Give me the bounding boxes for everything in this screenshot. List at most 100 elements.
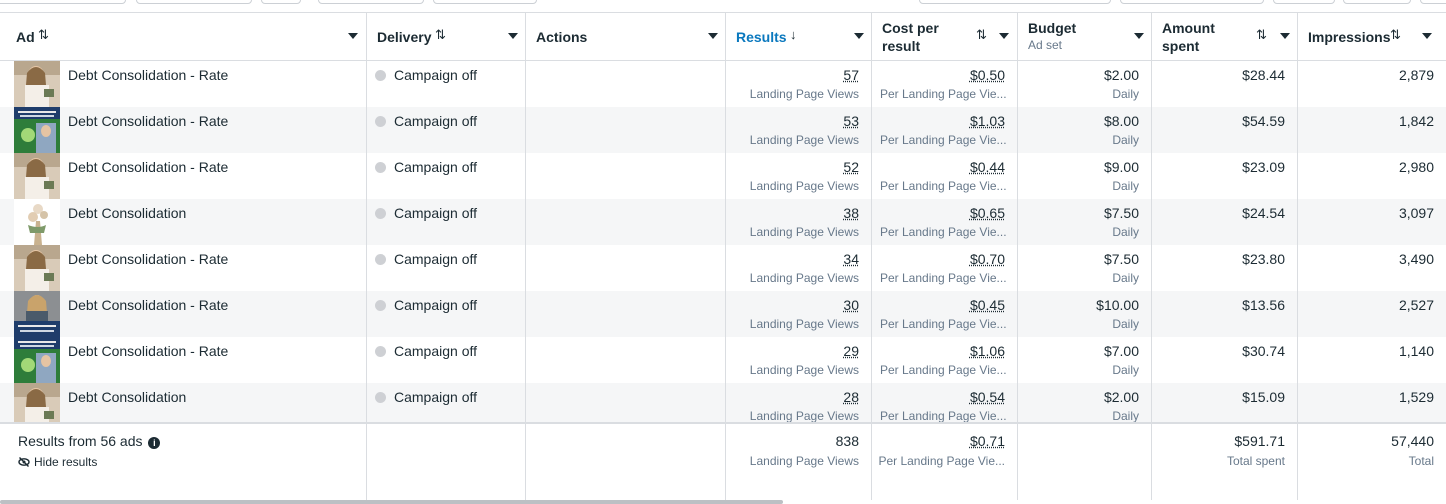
ad-thumbnail[interactable]: [14, 153, 60, 199]
budget-label: Daily: [1112, 317, 1139, 331]
toolbar-control[interactable]: [1420, 0, 1446, 4]
table-row[interactable]: Debt Consolidation Campaign off 28 Landing …: [0, 383, 1446, 422]
cost-per-result-value[interactable]: $0.45: [970, 297, 1005, 313]
ad-thumbnail[interactable]: [14, 245, 60, 291]
column-label: Actions: [536, 28, 587, 46]
chevron-down-icon[interactable]: [1280, 33, 1290, 39]
table-row[interactable]: Debt Consolidation - Rate Campaign off 29 L…: [0, 337, 1446, 383]
sort-icon[interactable]: ⇅: [1390, 27, 1401, 43]
horizontal-scrollbar[interactable]: [0, 500, 783, 504]
delivery-status: Campaign off: [394, 67, 477, 83]
chevron-down-icon[interactable]: [1134, 33, 1144, 39]
column-header-delivery[interactable]: Delivery ⇅: [367, 13, 526, 61]
chevron-down-icon[interactable]: [999, 33, 1009, 39]
results-value[interactable]: 30: [843, 297, 859, 313]
cell-cost: $0.50 Per Landing Page Vie...: [872, 61, 1018, 107]
sort-icon[interactable]: ⇅: [976, 27, 987, 43]
cell-impressions: 2,980: [1298, 153, 1446, 199]
summary-results-cell: 838 Landing Page Views: [726, 424, 872, 500]
cell-spent: $23.80: [1152, 245, 1298, 291]
cost-per-result-value[interactable]: $0.54: [970, 389, 1005, 405]
cost-per-result-value[interactable]: $1.06: [970, 343, 1005, 359]
ad-name[interactable]: Debt Consolidation: [68, 389, 186, 405]
toolbar-control[interactable]: [1120, 0, 1264, 4]
results-label: Landing Page Views: [750, 409, 859, 422]
ad-name[interactable]: Debt Consolidation - Rate: [68, 251, 228, 267]
ad-thumbnail[interactable]: [14, 61, 60, 107]
summary-impressions-value: 57,440: [1391, 433, 1434, 449]
ad-name[interactable]: Debt Consolidation - Rate: [68, 159, 228, 175]
results-label: Landing Page Views: [750, 179, 859, 193]
ad-thumbnail[interactable]: [14, 337, 60, 383]
results-value[interactable]: 38: [843, 205, 859, 221]
table-row[interactable]: Debt Consolidation Campaign off 38 Landing …: [0, 199, 1446, 245]
hide-results-link[interactable]: Hide results: [18, 455, 97, 469]
chevron-down-icon[interactable]: [348, 33, 358, 39]
cell-cost: $1.03 Per Landing Page Vie...: [872, 107, 1018, 153]
column-header-ad[interactable]: Ad ⇅: [0, 13, 367, 61]
table-row[interactable]: Debt Consolidation - Rate Campaign off 53 L…: [0, 107, 1446, 153]
column-header-impressions[interactable]: Impressions ⇅: [1298, 13, 1446, 61]
column-header-amount-spent[interactable]: Amount spent ⇅: [1152, 13, 1298, 61]
toolbar-control[interactable]: [1273, 0, 1335, 4]
cell-results: 57 Landing Page Views: [726, 61, 872, 107]
cost-per-result-value[interactable]: $0.70: [970, 251, 1005, 267]
sort-down-icon[interactable]: ↓: [790, 27, 797, 42]
ad-thumbnail[interactable]: [14, 107, 60, 153]
results-label: Landing Page Views: [750, 363, 859, 377]
ad-name[interactable]: Debt Consolidation - Rate: [68, 67, 228, 83]
cost-per-result-value[interactable]: $0.44: [970, 159, 1005, 175]
summary-cost-value[interactable]: $0.71: [970, 433, 1005, 449]
cell-budget: $7.50 Daily: [1018, 245, 1152, 291]
toolbar-control[interactable]: [0, 0, 126, 4]
toolbar-control[interactable]: [919, 0, 1111, 4]
cell-delivery: Campaign off: [367, 245, 526, 291]
column-header-actions[interactable]: Actions: [526, 13, 726, 61]
toolbar-control[interactable]: [261, 0, 301, 4]
results-value[interactable]: 29: [843, 343, 859, 359]
column-header-cost-per-result[interactable]: Cost per result ⇅: [872, 13, 1018, 61]
column-header-results[interactable]: Results ↓: [726, 13, 872, 61]
results-value[interactable]: 28: [843, 389, 859, 405]
column-label: Amount spent: [1162, 19, 1215, 55]
cost-per-result-value[interactable]: $0.65: [970, 205, 1005, 221]
column-label: Ad: [16, 28, 35, 46]
results-value[interactable]: 34: [843, 251, 859, 267]
chevron-down-icon[interactable]: [854, 33, 864, 39]
column-header-budget[interactable]: Budget Ad set: [1018, 13, 1152, 61]
ad-name[interactable]: Debt Consolidation - Rate: [68, 297, 228, 313]
chevron-down-icon[interactable]: [1422, 33, 1432, 39]
table-row[interactable]: Debt Consolidation - Rate Campaign off 30 L…: [0, 291, 1446, 337]
cost-per-result-value[interactable]: $0.50: [970, 67, 1005, 83]
sort-icon[interactable]: ⇅: [1256, 27, 1267, 43]
summary-title: Results from 56 ads i: [18, 433, 160, 449]
toolbar-control[interactable]: [136, 0, 252, 4]
table-row[interactable]: Debt Consolidation - Rate Campaign off 57 L…: [0, 61, 1446, 107]
ad-thumbnail[interactable]: [14, 383, 60, 422]
toolbar-control[interactable]: [1343, 0, 1411, 4]
ad-name[interactable]: Debt Consolidation - Rate: [68, 343, 228, 359]
toolbar-control[interactable]: [433, 0, 537, 4]
results-value[interactable]: 57: [843, 67, 859, 83]
chevron-down-icon[interactable]: [708, 33, 718, 39]
sort-icon[interactable]: ⇅: [435, 27, 446, 43]
toolbar-control[interactable]: [318, 0, 424, 4]
budget-value: $10.00: [1096, 297, 1139, 313]
cost-per-result-value[interactable]: $1.03: [970, 113, 1005, 129]
ad-thumbnail[interactable]: [14, 199, 60, 245]
ad-name[interactable]: Debt Consolidation: [68, 205, 186, 221]
table-row[interactable]: Debt Consolidation - Rate Campaign off 34 L…: [0, 245, 1446, 291]
chevron-down-icon[interactable]: [508, 33, 518, 39]
ad-name[interactable]: Debt Consolidation - Rate: [68, 113, 228, 129]
results-value[interactable]: 52: [843, 159, 859, 175]
sort-icon[interactable]: ⇅: [38, 27, 49, 43]
budget-label: Daily: [1112, 87, 1139, 101]
column-sublabel: Ad set: [1028, 38, 1062, 52]
summary-actions-cell: [526, 424, 726, 500]
cell-budget: $2.00 Daily: [1018, 61, 1152, 107]
info-icon[interactable]: i: [148, 437, 160, 449]
results-value[interactable]: 53: [843, 113, 859, 129]
cell-impressions: 1,529: [1298, 383, 1446, 422]
table-row[interactable]: Debt Consolidation - Rate Campaign off 52 L…: [0, 153, 1446, 199]
ad-thumbnail[interactable]: [14, 291, 60, 337]
